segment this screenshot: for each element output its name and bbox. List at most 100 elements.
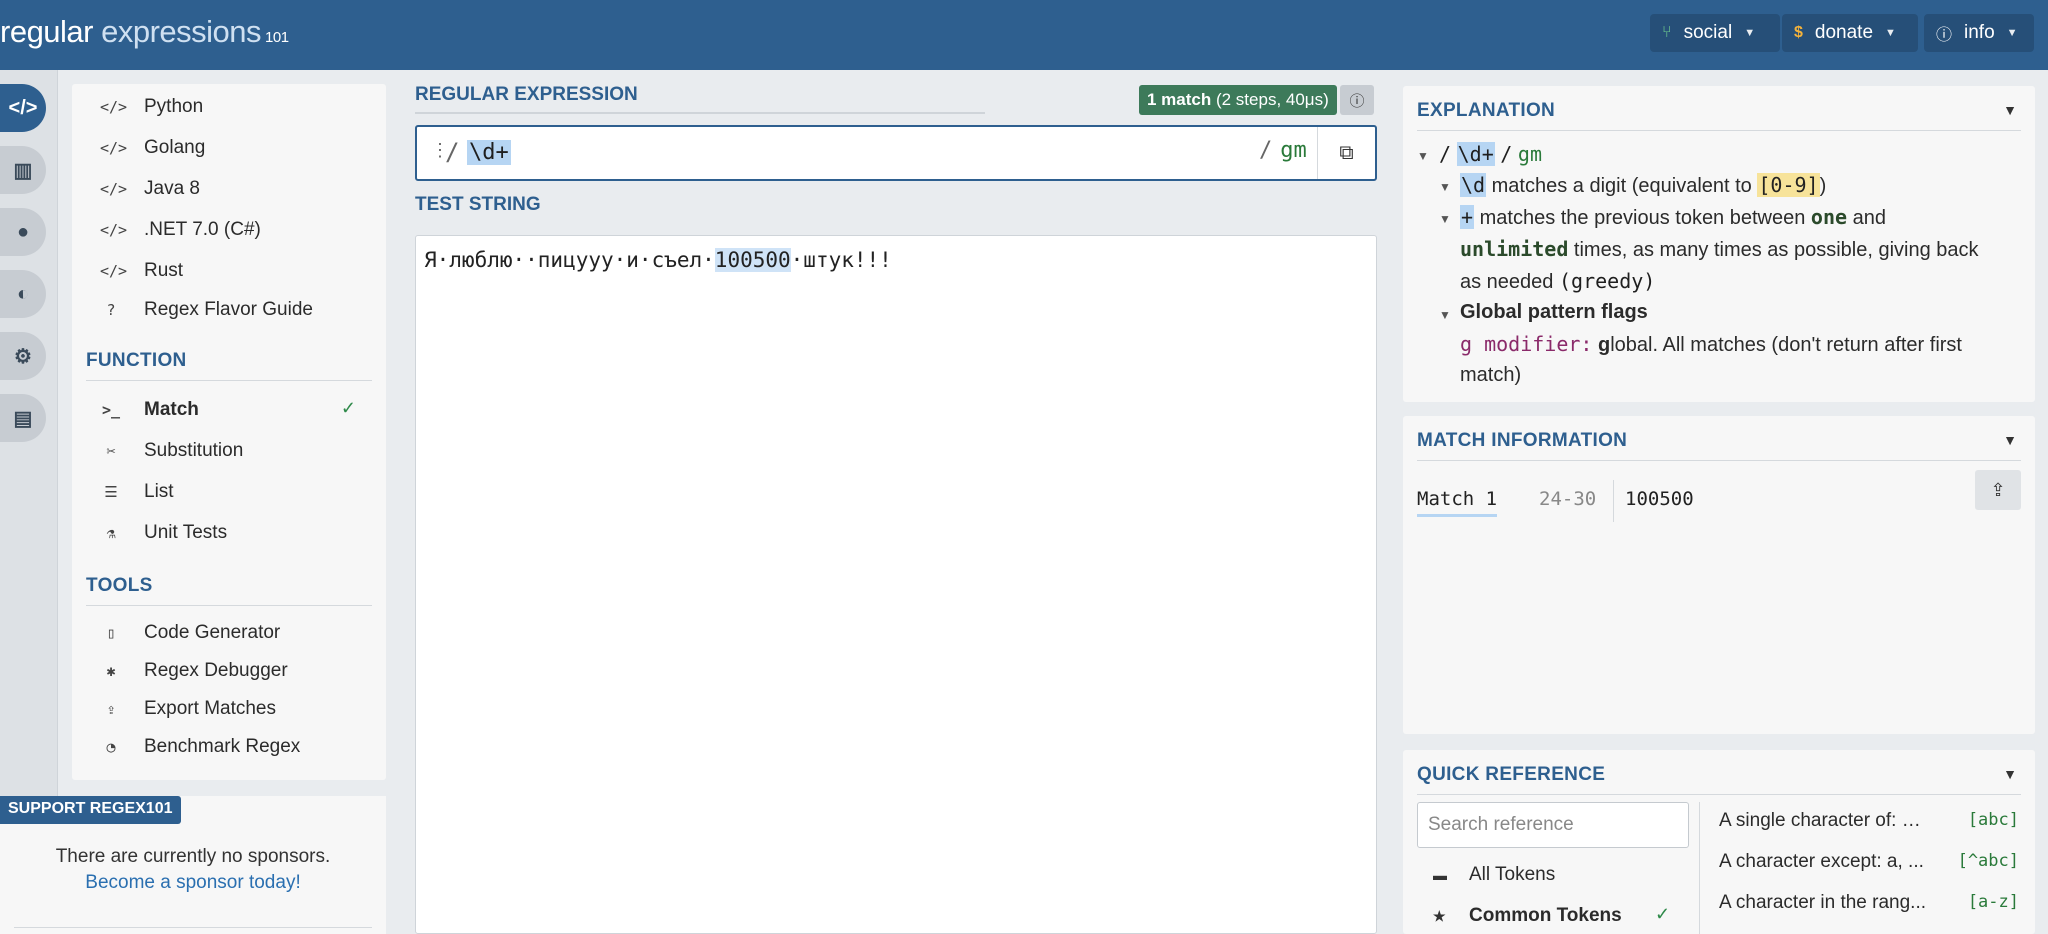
collapse-triangle-icon[interactable]: ▼ [1417, 149, 1429, 163]
flavor-label: Python [144, 96, 204, 117]
info-icon[interactable]: ⓘ [1340, 85, 1374, 115]
copy-icon[interactable]: ⧉ [1317, 127, 1375, 179]
function-unit-tests[interactable]: ⚗ Unit Tests [100, 518, 227, 548]
check-icon: ✓ [340, 398, 356, 418]
g-modifier-explanation: g modifier: global. All matches (don't r… [1460, 332, 1962, 357]
reference-row[interactable]: A single character of: a,... [abc] [1719, 810, 2019, 832]
regex-input[interactable]: ⋮ / \d+ / gm ⧉ [415, 125, 1377, 181]
tool-code-generator[interactable]: ▯ Code Generator [100, 618, 280, 648]
reference-row[interactable]: A character except: a, ... [^abc] [1719, 851, 2019, 873]
bug-icon: ✱ [106, 662, 116, 680]
flavor-dotnet[interactable]: </> .NET 7.0 (C#) [100, 215, 261, 245]
code-icon: </> [100, 221, 128, 239]
test-string-text: Я·люблю··пицууу·и·съел·100500·штук!!! [424, 248, 892, 272]
reference-token: [a-z] [1967, 892, 2019, 912]
function-match[interactable]: >_ Match [100, 395, 199, 425]
flavor-golang[interactable]: </> Golang [100, 133, 205, 163]
tools-heading: TOOLS [86, 575, 153, 596]
match-label[interactable]: Match 1 [1417, 488, 1498, 517]
chevron-down-icon[interactable]: ▼ [2003, 766, 2017, 782]
star-icon: ★ [1433, 907, 1446, 924]
reference-row[interactable]: A character in the rang... [a-z] [1719, 892, 2019, 914]
support-tag: SUPPORT REGEX101 [0, 796, 181, 824]
function-list[interactable]: ☰ List [100, 477, 173, 507]
code-icon[interactable]: </> [0, 84, 46, 132]
user-icon[interactable]: ● [0, 208, 46, 256]
greedy-token: (greedy) [1558, 269, 1656, 293]
tool-label: Export Matches [144, 698, 276, 719]
question-icon: ? [106, 301, 116, 319]
flavor-java[interactable]: </> Java 8 [100, 174, 200, 204]
tool-benchmark-regex[interactable]: ◔ Benchmark Regex [100, 732, 300, 762]
quantifier-explanation: + matches the previous token between one… [1460, 205, 1886, 230]
function-substitution[interactable]: ✂ Substitution [100, 436, 243, 466]
category-label: Common Tokens [1469, 905, 1622, 926]
sponsor-link[interactable]: Become a sponsor today! [0, 872, 386, 894]
export-icon: ⇪ [106, 700, 116, 718]
match-range: 24-30 [1539, 488, 1597, 510]
root-flags: gm [1517, 142, 1542, 166]
function-heading: FUNCTION [86, 350, 187, 371]
text-before: Я·люблю··пицууу·и·съел· [424, 248, 715, 272]
flavor-python[interactable]: </> Python [100, 92, 203, 122]
explanation-text: matches a digit (equivalent to [1486, 175, 1758, 197]
settings-icon[interactable]: ⚙ [0, 332, 46, 380]
collapse-triangle-icon[interactable]: ▼ [1439, 212, 1451, 226]
flavor-label: Java 8 [144, 178, 200, 199]
logo[interactable]: regular expressions 101 [0, 14, 289, 50]
flask-icon: ⚗ [106, 524, 116, 542]
search-reference-input[interactable] [1417, 802, 1689, 848]
reference-desc: A character in the rang... [1719, 892, 1927, 913]
root-expression: \d+ [1456, 142, 1495, 166]
info-label: info [1964, 22, 1995, 43]
collapse-triangle-icon[interactable]: ▼ [1439, 180, 1451, 194]
function-label: Substitution [144, 440, 244, 461]
gamepad-icon[interactable]: ◐ [0, 270, 46, 318]
match-count: 1 match [1147, 90, 1212, 109]
flavor-label: Golang [144, 137, 206, 158]
support-panel: SUPPORT REGEX101 There are currently no … [0, 796, 386, 934]
explanation-root: / \d+ / gm [1439, 142, 1542, 167]
g-letter: g [1598, 334, 1611, 356]
match-status-badge: 1 match (2 steps, 40μs) [1139, 85, 1337, 115]
match-information-heading: MATCH INFORMATION [1417, 430, 1628, 451]
chevron-down-icon[interactable]: ▼ [2003, 432, 2017, 448]
category-common-tokens[interactable]: ★ Common Tokens [1433, 905, 1622, 927]
test-string-input[interactable]: Я·люблю··пицууу·и·съел·100500·штук!!! [415, 235, 1377, 934]
code-icon: </> [100, 180, 128, 198]
info-button[interactable]: ⓘ info ▼ [1924, 14, 2034, 52]
collapse-triangle-icon[interactable]: ▼ [1439, 308, 1451, 322]
explanation-panel: EXPLANATION ▼ ▼ / \d+ / gm ▼ \d matches … [1403, 86, 2035, 402]
flavor-rust[interactable]: </> Rust [100, 256, 183, 286]
support-text: There are currently no sponsors. [55, 846, 331, 867]
donate-label: donate [1814, 22, 1874, 43]
regex-expression[interactable]: \d+ [467, 140, 511, 165]
category-label: All Tokens [1469, 864, 1556, 885]
plus-token: + [1460, 205, 1475, 229]
reference-desc: A single character of: a,... [1719, 810, 1931, 831]
explanation-text: matches the previous token between [1474, 207, 1811, 229]
quick-reference-panel: QUICK REFERENCE ▼ ▬ All Tokens ★ Common To… [1403, 750, 2035, 934]
share-icon[interactable]: ⇪ [1975, 470, 2021, 510]
library-icon[interactable]: ▥ [0, 146, 46, 194]
regex-flavor-guide[interactable]: ? Regex Flavor Guide [100, 295, 312, 325]
logo-expressions: expressions [93, 14, 262, 49]
chat-icon[interactable]: ▤ [0, 394, 46, 442]
social-button[interactable]: ⑂ social ▼ [1650, 14, 1780, 52]
regex-flags[interactable]: / gm [1259, 138, 1307, 163]
range-token: [0-9] [1757, 173, 1820, 197]
test-string-label: TEST STRING [415, 194, 541, 215]
tool-export-matches[interactable]: ⇪ Export Matches [100, 694, 276, 724]
chevron-down-icon[interactable]: ▼ [2003, 102, 2017, 118]
donate-button[interactable]: $ donate ▼ [1782, 14, 1918, 52]
divider [86, 605, 372, 606]
code-icon: </> [100, 139, 128, 157]
category-all-tokens[interactable]: ▬ All Tokens [1433, 864, 1555, 886]
flavor-label: .NET 7.0 (C#) [144, 219, 261, 240]
divider [1417, 794, 2021, 795]
code-icon: </> [100, 98, 128, 116]
flavor-label: Rust [144, 260, 184, 281]
g-modifier-explanation-line2: match) [1460, 364, 1522, 386]
match-highlight: 100500 [714, 248, 791, 272]
tool-regex-debugger[interactable]: ✱ Regex Debugger [100, 656, 287, 686]
